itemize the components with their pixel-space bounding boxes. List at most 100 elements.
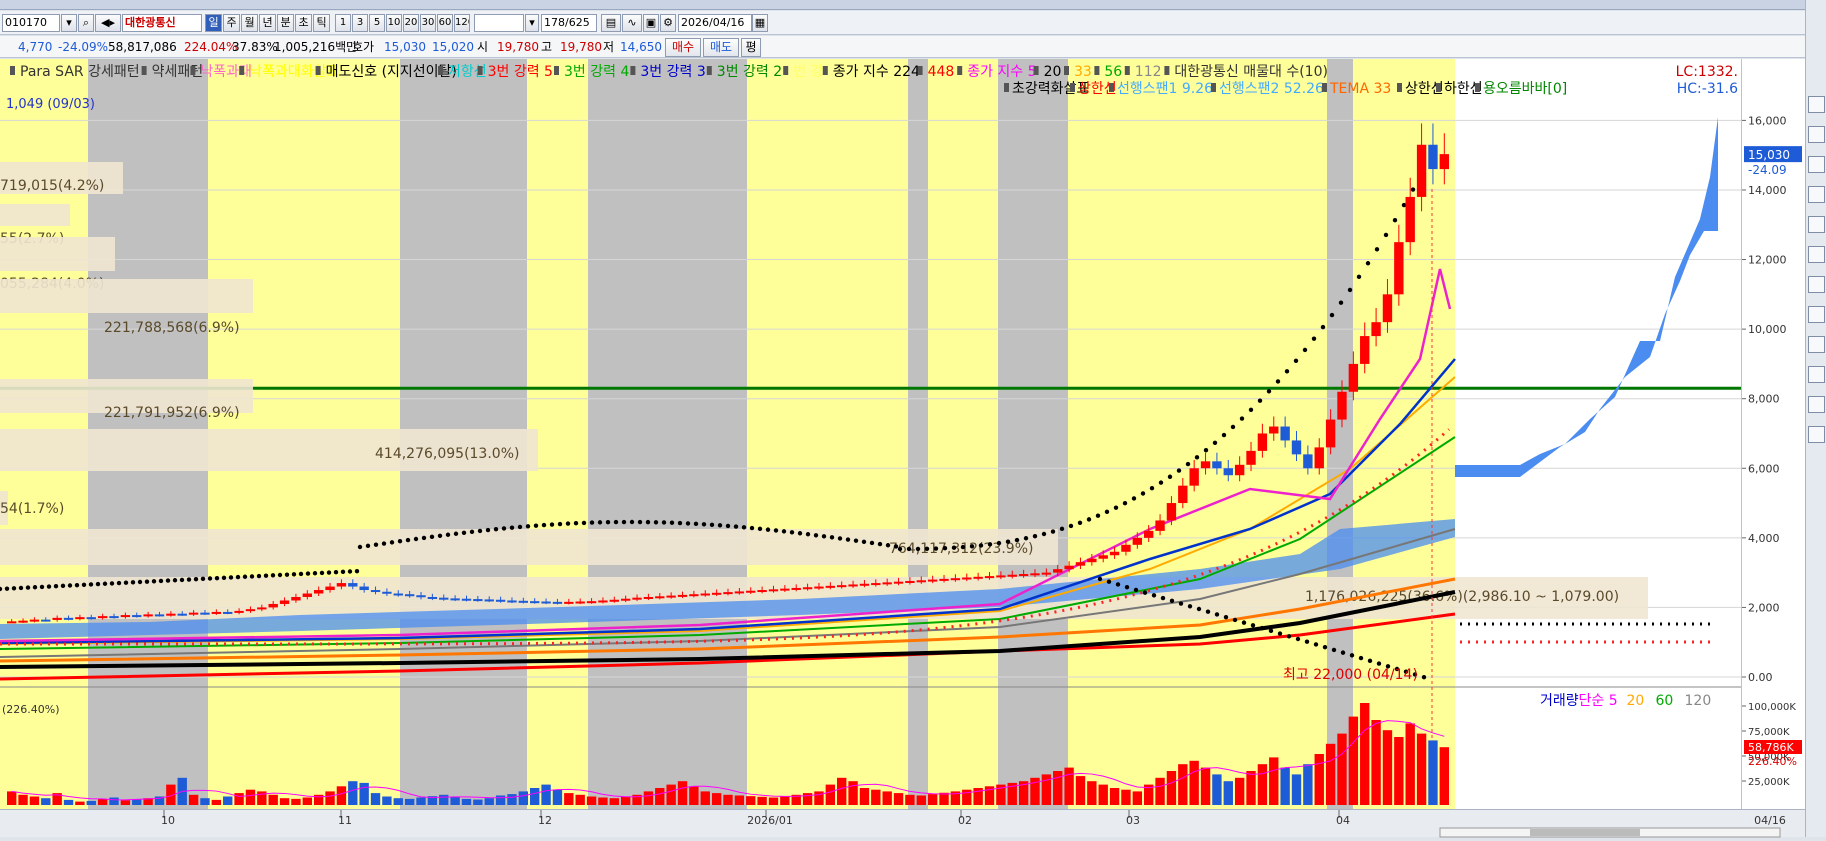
candle-body	[1360, 336, 1370, 364]
volume-bar	[336, 786, 347, 805]
sar-dot	[589, 520, 595, 525]
candle-body	[927, 579, 938, 582]
sar-dot	[461, 530, 467, 535]
volume-bar	[268, 794, 278, 805]
sar-dot	[1268, 628, 1274, 634]
minute-button[interactable]: 30	[420, 14, 436, 32]
sar-dot	[1383, 232, 1389, 238]
sar-dot	[421, 535, 427, 541]
minute-button[interactable]: 20	[403, 14, 419, 32]
candle-body	[530, 601, 540, 604]
count-dropdown-icon[interactable]: ▾	[525, 14, 539, 32]
minute-button[interactable]: 3	[352, 14, 368, 32]
volume-bar	[348, 781, 358, 805]
sar-dot	[996, 540, 1002, 546]
volume-bar	[1189, 760, 1199, 805]
sar-dot	[1286, 634, 1292, 639]
sar-dot	[373, 542, 379, 547]
line-tool-icon[interactable]	[1808, 126, 1825, 143]
price-axis[interactable]: 16,000 14,000 12,000 10,000 8,000 6,000 4,000 2…	[1741, 59, 1805, 809]
candle-body	[1246, 450, 1256, 465]
candle-body	[370, 590, 381, 593]
ruler-icon[interactable]	[1808, 396, 1825, 413]
drawing-toolbar	[1805, 0, 1826, 837]
volume-bar	[7, 791, 17, 805]
shape-tool-icon[interactable]	[1808, 306, 1825, 323]
minute-button[interactable]: 10	[386, 14, 402, 32]
period-button[interactable]: 월	[241, 14, 258, 32]
volume-profile-bar	[0, 204, 70, 226]
eval-button[interactable]: 평	[741, 38, 761, 57]
period-button[interactable]: 틱	[313, 14, 330, 32]
prev-next-icon[interactable]: ◀▸	[95, 14, 121, 32]
stock-code-input[interactable]: 010170	[2, 14, 60, 32]
legend-marker	[957, 66, 963, 75]
sar-dot	[1196, 606, 1202, 612]
sar-dot	[1241, 620, 1247, 625]
volume-bar	[450, 796, 460, 805]
date-field[interactable]: 2026/04/16	[678, 14, 752, 32]
period-button[interactable]: 년	[259, 14, 276, 32]
minute-button[interactable]: 1	[335, 14, 351, 32]
candle-body	[427, 596, 438, 599]
legend-marker	[706, 66, 712, 75]
menu-bar[interactable]	[0, 0, 1826, 10]
price-axis-label: 2,000	[1748, 601, 1780, 614]
minute-button[interactable]: 60	[437, 14, 453, 32]
minute-button[interactable]: 120	[454, 14, 470, 32]
save-icon[interactable]: ▣	[643, 14, 659, 32]
sar-dot	[137, 579, 143, 585]
sar-dot	[1295, 636, 1301, 642]
grid-tool-icon[interactable]	[1808, 366, 1825, 383]
low-marker-label: 1,049 (09/03)	[6, 97, 95, 112]
volume-bar	[507, 794, 517, 805]
open-label: 시	[477, 40, 489, 54]
minute-button[interactable]: 5	[369, 14, 385, 32]
volume-profile-label: 1,176,026,225(36.6%)(2,986.10 ~ 1,079.00…	[1305, 589, 1619, 605]
sar-dot	[1367, 658, 1373, 664]
data-count-field[interactable]: 178/625	[541, 14, 597, 32]
period-button[interactable]: 일	[205, 14, 222, 32]
period-button[interactable]: 주	[223, 14, 240, 32]
toolbar: 010170 ▾ ⌕ ◀▸ 대한광통신 일주월년분초틱 1 3 5 10 20 30 60 1…	[0, 11, 1826, 35]
candle-body	[1030, 573, 1040, 576]
arrow-tool-icon[interactable]	[1808, 336, 1825, 353]
indicator-icon[interactable]: ∿	[622, 14, 642, 32]
stock-name-field[interactable]: 대한광통신	[122, 14, 202, 32]
chart-type-icon[interactable]: ▤	[601, 14, 621, 32]
trend-line-icon[interactable]	[1808, 156, 1825, 173]
candle-body	[984, 576, 995, 579]
horizontal-line-icon[interactable]	[1808, 186, 1825, 203]
code-dropdown-icon[interactable]: ▾	[61, 14, 77, 32]
search-icon[interactable]: ⌕	[78, 14, 94, 32]
sar-dot	[74, 582, 80, 588]
sar-dot	[158, 578, 164, 584]
sar-dot	[1050, 529, 1056, 534]
sar-dot	[1122, 501, 1128, 506]
period-button[interactable]: 분	[277, 14, 294, 32]
vertical-line-icon[interactable]	[1808, 216, 1825, 233]
more-tools-icon[interactable]	[1808, 426, 1825, 443]
volume-bar	[439, 794, 449, 805]
settings-gear-icon[interactable]: ⚙	[660, 14, 676, 32]
sar-dot	[477, 528, 483, 534]
text-tool-icon[interactable]	[1808, 276, 1825, 293]
cursor-icon[interactable]	[1808, 96, 1825, 113]
sar-dot	[347, 569, 353, 574]
sar-dot	[1232, 617, 1238, 623]
legend-marker	[1124, 66, 1130, 75]
sell-button[interactable]: 매도	[703, 38, 739, 57]
candle-body	[1064, 565, 1074, 570]
stock-chart[interactable]: 719,015(4.2%)55(2.7%)055,284(4.0%)221,78…	[0, 59, 1741, 809]
hc-label: HC:-31.6	[1677, 81, 1738, 97]
sar-dot	[701, 522, 707, 527]
candle-body	[1405, 196, 1415, 243]
legend-marker	[554, 66, 559, 75]
candle-body	[97, 616, 108, 619]
calendar-icon[interactable]: ▦	[752, 14, 768, 32]
period-count-input[interactable]	[474, 14, 524, 32]
buy-button[interactable]: 매수	[665, 38, 701, 57]
period-button[interactable]: 초	[295, 14, 312, 32]
sar-dot	[445, 532, 451, 537]
fibonacci-icon[interactable]	[1808, 246, 1825, 263]
